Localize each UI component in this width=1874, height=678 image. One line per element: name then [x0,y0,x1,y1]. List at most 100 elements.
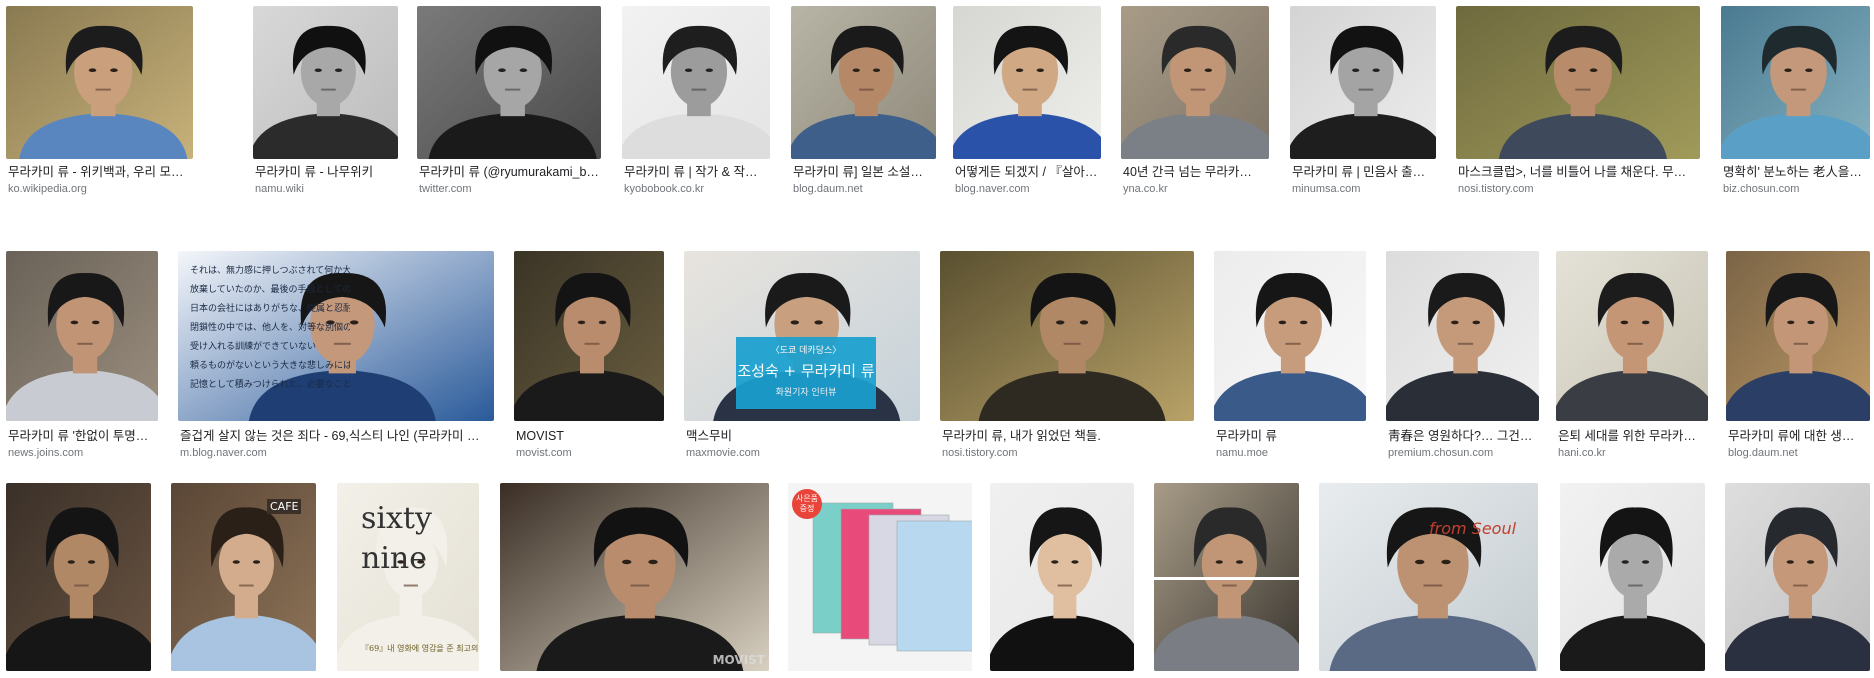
result-thumbnail[interactable] [622,6,770,159]
image-result-card[interactable]: 무라카미 류, 내가 읽었던 책들. nosi.tistory.com [940,251,1194,459]
result-thumbnail[interactable]: 〈도쿄 데카당스〉 조성숙 + 무라카미 류 화원기자 인터뷰 [684,251,920,421]
result-thumbnail[interactable]: それは、無力感に押しつぶされて何か大切なものを放棄していたのか、最後の手段として… [178,251,494,421]
result-thumbnail[interactable] [940,251,1194,421]
image-result-card[interactable]: 40년 간극 넘는 무라카… yna.co.kr [1121,6,1269,195]
result-thumbnail[interactable]: CAFE [171,483,316,671]
image-result-card[interactable]: 무라카미 류] 일본 소설… blog.daum.net [791,6,936,195]
result-source-domain[interactable]: twitter.com [419,182,601,196]
image-result-card[interactable] [6,483,151,671]
result-source-domain[interactable]: namu.moe [1216,446,1366,460]
result-thumbnail[interactable]: sixty nine 『69』내 영화에 영감을 준 최고의 소설 [337,483,479,671]
result-title[interactable]: 무라카미 류에 대한 생… [1728,428,1870,444]
result-title[interactable]: 마스크클럽>, 너를 비틀어 나를 채운다. 무… [1458,164,1700,180]
result-thumbnail[interactable] [1456,6,1700,159]
image-result-card[interactable]: 어떻게든 되겠지 / 『살아… blog.naver.com [953,6,1101,195]
result-title[interactable]: 무라카미 류 - 위키백과, 우리 모두의 백… [8,164,193,180]
result-title[interactable]: 무라카미 류 (@ryumurakami_b… [419,164,601,180]
result-thumbnail[interactable] [1721,6,1870,159]
result-source-domain[interactable]: blog.daum.net [793,182,936,196]
result-thumbnail[interactable] [1214,251,1366,421]
image-result-card[interactable]: それは、無力感に押しつぶされて何か大切なものを放棄していたのか、最後の手段として… [178,251,494,459]
result-source-domain[interactable]: premium.chosun.com [1388,446,1539,460]
result-thumbnail[interactable] [417,6,601,159]
image-result-card[interactable]: 무라카미 류 (@ryumurakami_b… twitter.com [417,6,601,195]
result-thumbnail[interactable] [1560,483,1705,671]
thumbnail-image [791,6,936,159]
image-result-card[interactable]: 은퇴 세대를 위한 무라카… hani.co.kr [1556,251,1708,459]
poster-text: 閉鎖性の中では、他人を、対等な別個の人格として [190,323,350,333]
result-thumbnail[interactable] [953,6,1101,159]
result-title[interactable]: 무라카미 류 | 작가 & 작… [624,164,770,180]
result-thumbnail[interactable]: from Seoul [1319,483,1538,671]
result-title[interactable]: 무라카미 류 | 민음사 출… [1292,164,1436,180]
image-result-card[interactable] [1725,483,1870,671]
result-source-domain[interactable]: nosi.tistory.com [942,446,1194,460]
result-thumbnail[interactable] [1556,251,1708,421]
result-thumbnail[interactable] [990,483,1134,671]
result-thumbnail[interactable] [6,6,193,159]
result-source-domain[interactable]: m.blog.naver.com [180,446,494,460]
result-thumbnail[interactable] [253,6,398,159]
result-thumbnail[interactable] [6,251,158,421]
image-result-card[interactable]: 무라카미 류 '한없이 투명… news.joins.com [6,251,158,459]
result-source-domain[interactable]: news.joins.com [8,446,158,460]
image-result-card[interactable]: 靑春은 영원하다?… 그건… premium.chosun.com [1386,251,1539,459]
banner-text: 화원기자 인터뷰 [775,388,837,398]
result-title[interactable]: 靑春은 영원하다?… 그건… [1388,428,1539,444]
image-result-card[interactable]: 명확히' 분노하는 老人을… biz.chosun.com [1721,6,1870,195]
result-thumbnail[interactable] [1290,6,1436,159]
result-title[interactable]: 무라카미 류 - 나무위키 [255,164,398,180]
image-result-card[interactable]: 무라카미 류 namu.moe [1214,251,1366,459]
image-result-card[interactable]: 무라카미 류 | 민음사 출… minumsa.com [1290,6,1436,195]
image-result-card[interactable]: 사은품 증정 [788,483,972,671]
result-thumbnail[interactable] [791,6,936,159]
result-title[interactable]: 은퇴 세대를 위한 무라카… [1558,428,1708,444]
result-source-domain[interactable]: maxmovie.com [686,446,920,460]
result-title[interactable]: 즐겁게 살지 않는 것은 죄다 - 69,식스티 나인 (무라카미 … [180,428,494,444]
image-result-card[interactable]: 무라카미 류 - 나무위키 namu.wiki [253,6,398,195]
image-result-card[interactable]: CAFE [171,483,316,671]
result-thumbnail[interactable] [1121,6,1269,159]
result-title[interactable]: 무라카미 류] 일본 소설… [793,164,936,180]
image-result-card[interactable] [1154,483,1299,671]
result-source-domain[interactable]: minumsa.com [1292,182,1436,196]
result-source-domain[interactable]: biz.chosun.com [1723,182,1870,196]
result-source-domain[interactable]: namu.wiki [255,182,398,196]
image-result-card[interactable]: 무라카미 류 - 위키백과, 우리 모두의 백… ko.wikipedia.org [6,6,193,195]
result-title[interactable]: 어떻게든 되겠지 / 『살아… [955,164,1101,180]
result-title[interactable]: 40년 간극 넘는 무라카… [1123,164,1269,180]
image-result-card[interactable]: from Seoul [1319,483,1538,671]
result-title[interactable]: 무라카미 류 '한없이 투명… [8,428,158,444]
result-source-domain[interactable]: ko.wikipedia.org [8,182,193,196]
result-source-domain[interactable]: blog.daum.net [1728,446,1870,460]
result-title[interactable]: MOVIST [516,428,664,444]
result-thumbnail[interactable]: 사은품 증정 [788,483,972,671]
result-source-domain[interactable]: hani.co.kr [1558,446,1708,460]
image-result-card[interactable] [990,483,1134,671]
book-cover-text: nine [361,541,427,576]
image-result-card[interactable]: MOVIST [500,483,769,671]
result-thumbnail[interactable] [514,251,664,421]
result-thumbnail[interactable] [1154,483,1299,671]
result-source-domain[interactable]: blog.naver.com [955,182,1101,196]
result-thumbnail[interactable] [6,483,151,671]
result-title[interactable]: 명확히' 분노하는 老人을… [1723,164,1870,180]
result-thumbnail[interactable]: MOVIST [500,483,769,671]
image-result-card[interactable]: sixty nine 『69』내 영화에 영감을 준 최고의 소설 [337,483,479,671]
result-source-domain[interactable]: movist.com [516,446,664,460]
image-result-card[interactable]: MOVIST movist.com [514,251,664,459]
image-result-card[interactable]: 무라카미 류 | 작가 & 작… kyobobook.co.kr [622,6,770,195]
image-result-card[interactable]: 마스크클럽>, 너를 비틀어 나를 채운다. 무… nosi.tistory.co… [1456,6,1700,195]
result-thumbnail[interactable] [1726,251,1870,421]
image-result-card[interactable] [1560,483,1705,671]
result-title[interactable]: 맥스무비 [686,428,920,444]
image-result-card[interactable]: 무라카미 류에 대한 생… blog.daum.net [1726,251,1870,459]
result-title[interactable]: 무라카미 류, 내가 읽었던 책들. [942,428,1194,444]
result-source-domain[interactable]: yna.co.kr [1123,182,1269,196]
result-source-domain[interactable]: nosi.tistory.com [1458,182,1700,196]
result-source-domain[interactable]: kyobobook.co.kr [624,182,770,196]
result-thumbnail[interactable] [1386,251,1539,421]
result-thumbnail[interactable] [1725,483,1870,671]
image-result-card[interactable]: 〈도쿄 데카당스〉 조성숙 + 무라카미 류 화원기자 인터뷰맥스무비 maxmovi… [684,251,920,459]
result-title[interactable]: 무라카미 류 [1216,428,1366,444]
